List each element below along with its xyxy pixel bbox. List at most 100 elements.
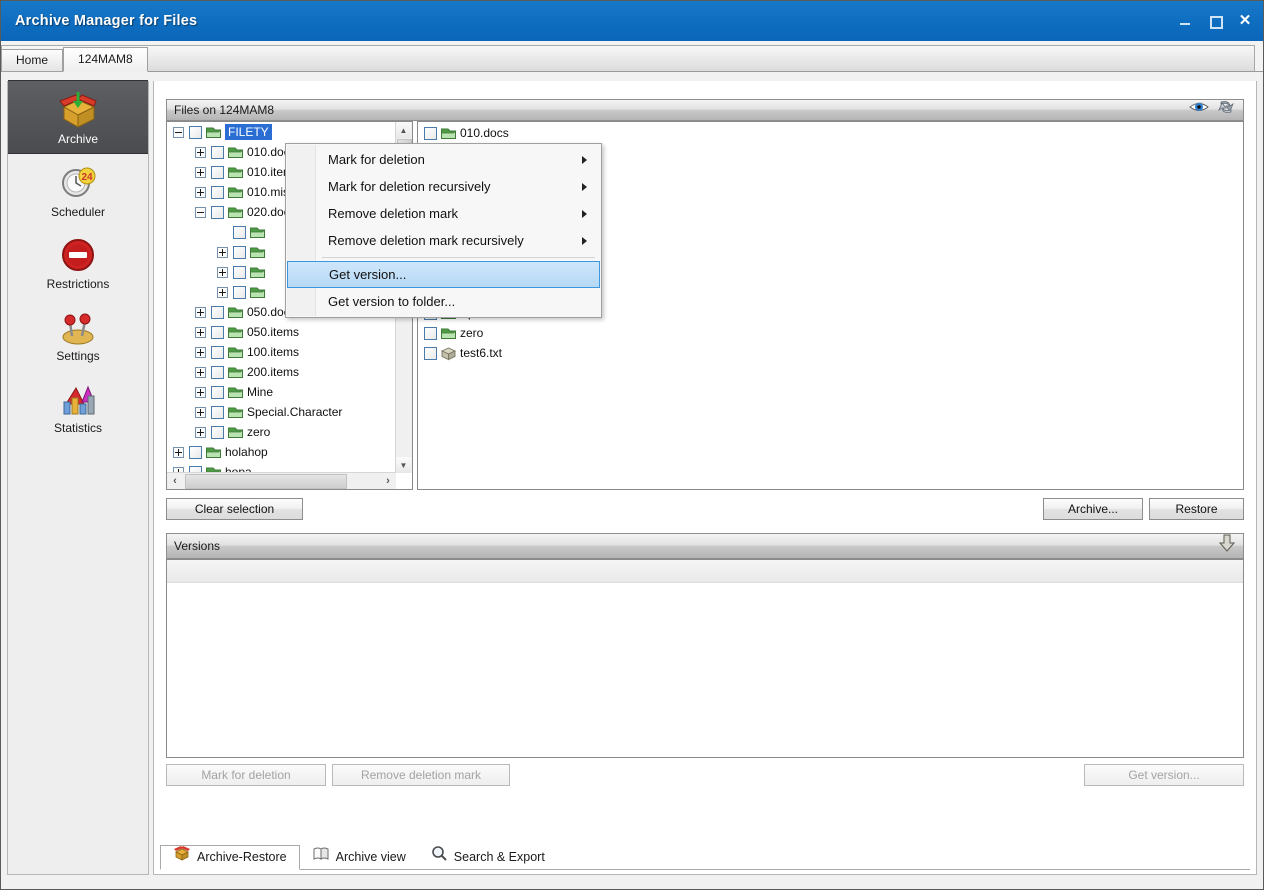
context-menu-item[interactable]: Get version to folder... bbox=[286, 288, 601, 315]
sidebar-item-settings[interactable]: Settings bbox=[8, 298, 148, 370]
folder-icon bbox=[227, 205, 244, 220]
tree-row-checkbox[interactable] bbox=[211, 305, 224, 319]
window-controls: ✕ bbox=[1177, 1, 1253, 41]
tree-row[interactable]: FILETY bbox=[167, 122, 396, 142]
refresh-icon[interactable] bbox=[1217, 99, 1235, 122]
tree-row-checkbox[interactable] bbox=[211, 185, 224, 199]
tree-scroll-left-icon[interactable]: ‹ bbox=[167, 473, 183, 488]
bottom-tab-search-export[interactable]: Search & Export bbox=[418, 845, 557, 870]
tree-row[interactable]: 200.items bbox=[167, 362, 396, 382]
clear-selection-button[interactable]: Clear selection bbox=[166, 498, 303, 520]
expand-icon[interactable] bbox=[195, 386, 206, 398]
collapse-icon[interactable] bbox=[173, 126, 184, 138]
file-row-checkbox[interactable] bbox=[424, 326, 437, 340]
expand-icon[interactable] bbox=[195, 406, 206, 418]
tree-horizontal-scrollbar[interactable]: ‹ › bbox=[167, 472, 396, 489]
tree-row-checkbox[interactable] bbox=[211, 345, 224, 359]
sidebar-item-restrictions[interactable]: Restrictions bbox=[8, 226, 148, 298]
tree-row-checkbox[interactable] bbox=[233, 265, 246, 279]
context-menu-item[interactable]: Mark for deletion recursively bbox=[286, 173, 601, 200]
title-bar: Archive Manager for Files ✕ bbox=[1, 1, 1263, 41]
tree-scroll-right-icon[interactable]: › bbox=[380, 473, 396, 488]
tree-row-checkbox[interactable] bbox=[211, 425, 224, 439]
files-panel-header-icons bbox=[1189, 99, 1243, 122]
mark-for-deletion-button[interactable]: Mark for deletion bbox=[166, 764, 326, 786]
context-menu[interactable]: Mark for deletion Mark for deletion recur… bbox=[285, 143, 602, 318]
tree-row-checkbox[interactable] bbox=[211, 205, 224, 219]
file-list-row[interactable]: 010.docs bbox=[418, 123, 1243, 143]
expand-icon[interactable] bbox=[195, 426, 206, 438]
tab-home[interactable]: Home bbox=[1, 49, 64, 72]
sidebar-item-label-scheduler: Scheduler bbox=[50, 204, 106, 219]
close-icon[interactable]: ✕ bbox=[1237, 13, 1253, 29]
tree-row-checkbox[interactable] bbox=[233, 225, 246, 239]
expand-icon[interactable] bbox=[195, 146, 206, 158]
bar-chart-icon bbox=[54, 378, 102, 420]
sidebar-item-label-restrictions: Restrictions bbox=[46, 276, 110, 291]
archive-button[interactable]: Archive... bbox=[1043, 498, 1143, 520]
bottom-tab-archive-restore[interactable]: Archive-Restore bbox=[160, 845, 300, 870]
expand-icon[interactable] bbox=[195, 186, 206, 198]
down-arrow-icon[interactable] bbox=[1218, 534, 1236, 559]
context-menu-item[interactable]: Remove deletion mark bbox=[286, 200, 601, 227]
expand-icon[interactable] bbox=[195, 326, 206, 338]
tree-scroll-down-icon[interactable]: ▼ bbox=[396, 457, 411, 473]
remove-deletion-mark-button[interactable]: Remove deletion mark bbox=[332, 764, 510, 786]
eye-icon[interactable] bbox=[1189, 99, 1209, 121]
tree-row-checkbox[interactable] bbox=[211, 385, 224, 399]
tree-row-checkbox[interactable] bbox=[233, 285, 246, 299]
tree-row[interactable]: zero bbox=[167, 422, 396, 442]
folder-icon bbox=[249, 265, 266, 280]
tree-row-checkbox[interactable] bbox=[189, 125, 202, 139]
tab-124mam8[interactable]: 124MAM8 bbox=[63, 47, 148, 72]
tree-row-checkbox[interactable] bbox=[233, 245, 246, 259]
expand-icon[interactable] bbox=[217, 266, 228, 278]
tree-row[interactable]: 050.items bbox=[167, 322, 396, 342]
tree-row-checkbox[interactable] bbox=[211, 145, 224, 159]
file-row-label: zero bbox=[460, 326, 484, 340]
tree-scroll-up-icon[interactable]: ▲ bbox=[396, 122, 411, 138]
submenu-arrow-icon bbox=[582, 210, 587, 218]
tree-row-checkbox[interactable] bbox=[189, 445, 202, 459]
tree-row-checkbox[interactable] bbox=[211, 325, 224, 339]
file-list-row[interactable]: test6.txt bbox=[418, 343, 1243, 363]
sidebar-item-archive[interactable]: Archive bbox=[8, 80, 148, 154]
context-menu-item-label: Remove deletion mark bbox=[328, 206, 459, 221]
context-menu-item[interactable]: Get version... bbox=[287, 261, 600, 288]
versions-table[interactable] bbox=[166, 559, 1244, 758]
folder-icon bbox=[227, 405, 244, 420]
sidebar-item-scheduler[interactable]: 24 Scheduler bbox=[8, 154, 148, 226]
tree-row[interactable]: Special.Character bbox=[167, 402, 396, 422]
file-row-checkbox[interactable] bbox=[424, 346, 437, 360]
file-list-row[interactable]: zero bbox=[418, 323, 1243, 343]
tree-row[interactable]: Mine bbox=[167, 382, 396, 402]
expand-icon[interactable] bbox=[195, 366, 206, 378]
expand-icon[interactable] bbox=[195, 346, 206, 358]
tree-row-label: FILETY bbox=[225, 124, 272, 140]
expand-icon[interactable] bbox=[173, 446, 184, 458]
sidebar-item-statistics[interactable]: Statistics bbox=[8, 370, 148, 442]
expand-icon[interactable] bbox=[195, 166, 206, 178]
context-menu-item[interactable]: Remove deletion mark recursively bbox=[286, 227, 601, 254]
file-row-checkbox[interactable] bbox=[424, 126, 437, 140]
bottom-tab-archive-view[interactable]: Archive view bbox=[300, 845, 418, 870]
top-tab-strip: Home 124MAM8 bbox=[1, 41, 1263, 72]
tree-row[interactable]: holahop bbox=[167, 442, 396, 462]
tree-row-checkbox[interactable] bbox=[211, 365, 224, 379]
tree-row[interactable]: 100.items bbox=[167, 342, 396, 362]
maximize-icon[interactable] bbox=[1207, 13, 1223, 29]
folder-icon bbox=[227, 365, 244, 380]
get-version-button[interactable]: Get version... bbox=[1084, 764, 1244, 786]
expand-icon[interactable] bbox=[195, 306, 206, 318]
collapse-icon[interactable] bbox=[195, 206, 206, 218]
context-menu-item[interactable]: Mark for deletion bbox=[286, 146, 601, 173]
expand-icon[interactable] bbox=[217, 246, 228, 258]
tree-hscroll-thumb[interactable] bbox=[185, 474, 347, 489]
folder-icon bbox=[227, 165, 244, 180]
tree-row-checkbox[interactable] bbox=[211, 405, 224, 419]
minimize-icon[interactable] bbox=[1177, 13, 1193, 29]
context-menu-item-label: Mark for deletion bbox=[328, 152, 425, 167]
tree-row-checkbox[interactable] bbox=[211, 165, 224, 179]
restore-button[interactable]: Restore bbox=[1149, 498, 1244, 520]
expand-icon[interactable] bbox=[217, 286, 228, 298]
